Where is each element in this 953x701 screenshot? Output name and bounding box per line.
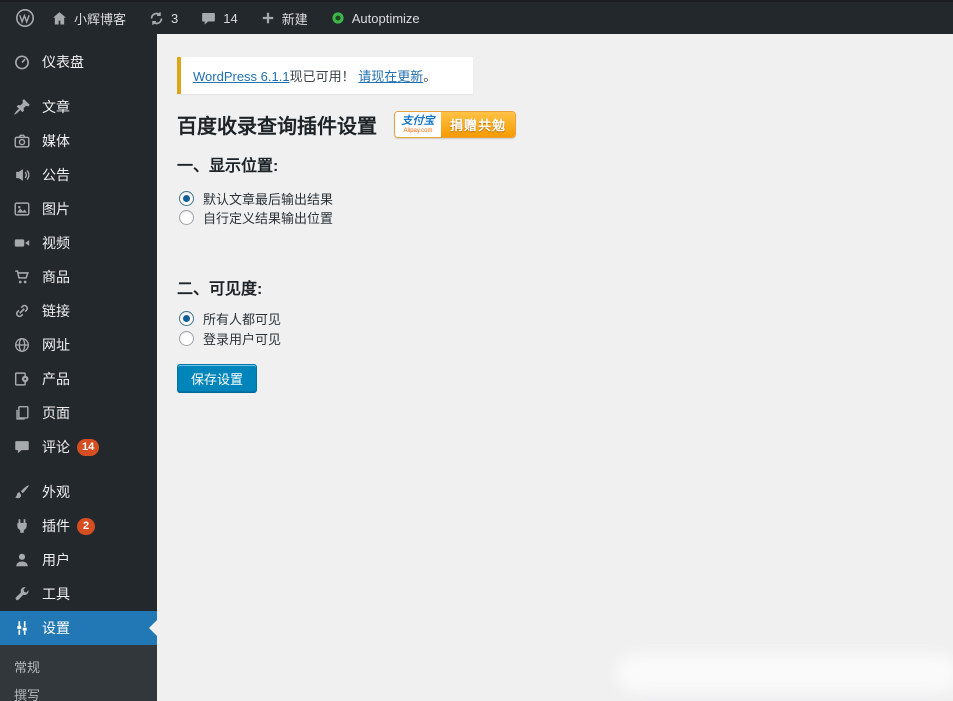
- save-settings-button[interactable]: 保存设置: [177, 364, 258, 392]
- comments-count-badge: 14: [77, 438, 100, 456]
- radio-label: 登录用户可见: [203, 332, 282, 347]
- donate-button[interactable]: 支付宝 Alipay.com 捐赠共勉: [394, 111, 517, 138]
- sidebar-item-plugins[interactable]: 插件 2: [0, 509, 157, 543]
- posts-icon: [12, 97, 32, 117]
- appearance-icon: [12, 482, 32, 502]
- page-title: 百度收录查询插件设置: [177, 116, 377, 138]
- wordpress-logo-icon: [15, 8, 35, 28]
- autoptimize-menu[interactable]: Autoptimize: [322, 1, 428, 35]
- update-icon: [148, 10, 165, 27]
- cart-icon: [12, 267, 32, 287]
- settings-icon: [12, 618, 32, 638]
- settings-submenu: 常规 撰写: [0, 645, 157, 701]
- sidebar-item-tools[interactable]: 工具: [0, 577, 157, 611]
- new-content-button[interactable]: 新建: [252, 1, 316, 35]
- sidebar-item-media[interactable]: 媒体: [0, 124, 157, 158]
- sidebar-subitem-writing[interactable]: 撰写: [0, 680, 157, 701]
- plugins-icon: [12, 516, 32, 536]
- update-notice: WordPress 6.1.1现已可用！ 请现在更新。: [177, 57, 473, 94]
- plugins-count-badge: 2: [77, 517, 95, 535]
- sidebar-item-links[interactable]: 链接: [0, 294, 157, 328]
- radio-option-logged-in[interactable]: 登录用户可见: [179, 329, 281, 348]
- wordpress-logo-button[interactable]: [7, 1, 43, 35]
- home-icon: [51, 10, 68, 27]
- update-count: 3: [171, 10, 179, 26]
- sidebar-item-pages[interactable]: 页面: [0, 396, 157, 430]
- updates-link[interactable]: 3: [140, 1, 186, 35]
- sidebar-item-announcements[interactable]: 公告: [0, 158, 157, 192]
- sidebar-item-sites[interactable]: 网址: [0, 328, 157, 362]
- new-content-label: 新建: [281, 11, 308, 27]
- pages-icon: [12, 403, 32, 423]
- radio-label: 默认文章最后输出结果: [203, 192, 334, 207]
- alipay-logo: 支付宝 Alipay.com: [395, 112, 441, 137]
- sidebar-item-images[interactable]: 图片: [0, 192, 157, 226]
- radio-icon[interactable]: [179, 331, 194, 346]
- radio-option-everyone[interactable]: 所有人都可见: [179, 309, 281, 328]
- sidebar-item-comments[interactable]: 评论 14: [0, 430, 157, 464]
- comments-icon: [12, 437, 32, 457]
- comment-icon: [200, 10, 217, 27]
- admin-bar: 小辉博客 3 14 新建 Autoptimize: [0, 0, 953, 34]
- section-heading-position: 一、显示位置:: [177, 158, 279, 175]
- sidebar-item-posts[interactable]: 文章: [0, 90, 157, 124]
- users-icon: [12, 550, 32, 570]
- dashboard-icon: [12, 52, 32, 72]
- radio-icon[interactable]: [179, 311, 194, 326]
- sidebar-item-users[interactable]: 用户: [0, 543, 157, 577]
- notice-text: 现已可用！: [289, 69, 359, 84]
- globe-icon: [12, 335, 32, 355]
- radio-option-default-output[interactable]: 默认文章最后输出结果: [179, 189, 333, 208]
- video-icon: [12, 233, 32, 253]
- sidebar-item-settings[interactable]: 设置: [0, 611, 157, 645]
- radio-label: 自行定义结果输出位置: [203, 211, 334, 226]
- section-heading-visibility: 二、可见度:: [177, 281, 263, 298]
- notice-text-end: 。: [423, 69, 437, 84]
- radio-option-custom-output[interactable]: 自行定义结果输出位置: [179, 208, 333, 227]
- watermark-smudge: [615, 654, 953, 692]
- comments-link[interactable]: 14: [192, 1, 245, 35]
- sidebar-item-videos[interactable]: 视频: [0, 226, 157, 260]
- main-content: WordPress 6.1.1现已可用！ 请现在更新。 百度收录查询插件设置 支…: [157, 34, 953, 701]
- update-now-link[interactable]: 请现在更新: [358, 69, 423, 84]
- sidebar-item-products[interactable]: 产品: [0, 362, 157, 396]
- autoptimize-icon: [330, 10, 346, 26]
- radio-icon[interactable]: [179, 210, 194, 225]
- sidebar-subitem-general[interactable]: 常规: [0, 652, 157, 680]
- plus-icon: [260, 10, 276, 26]
- sidebar-item-goods[interactable]: 商品: [0, 260, 157, 294]
- link-icon: [12, 301, 32, 321]
- donate-label: 捐赠共勉: [441, 112, 516, 137]
- radio-label: 所有人都可见: [203, 312, 282, 327]
- sidebar: 仪表盘 文章 媒体 公告 图片 视频 商品 链接 网址 产品 页面 评论 14 …: [0, 34, 157, 701]
- autoptimize-label: Autoptimize: [351, 10, 420, 26]
- wordpress-version-link[interactable]: WordPress 6.1.1: [193, 69, 290, 84]
- comment-count: 14: [223, 10, 238, 26]
- product-icon: [12, 369, 32, 389]
- sidebar-item-dashboard[interactable]: 仪表盘: [0, 45, 157, 79]
- sidebar-item-appearance[interactable]: 外观: [0, 475, 157, 509]
- site-name-label: 小辉博客: [74, 11, 127, 27]
- site-name-link[interactable]: 小辉博客: [43, 1, 134, 35]
- announcement-icon: [12, 165, 32, 185]
- radio-icon[interactable]: [179, 191, 194, 206]
- tools-icon: [12, 584, 32, 604]
- media-icon: [12, 131, 32, 151]
- image-icon: [12, 199, 32, 219]
